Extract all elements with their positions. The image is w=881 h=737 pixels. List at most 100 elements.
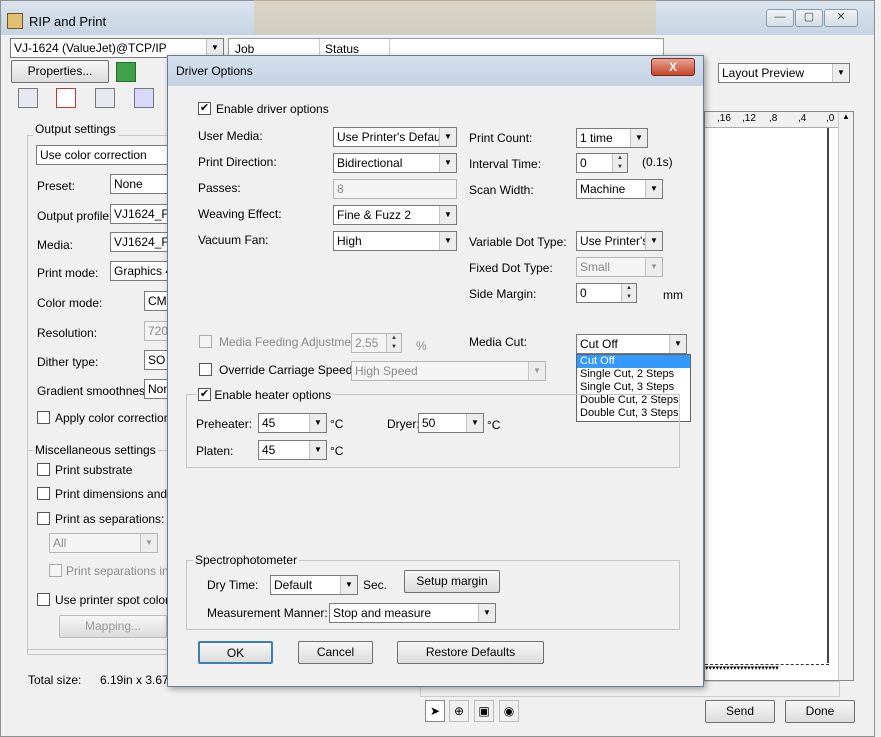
done-button[interactable]: Done [785,700,855,723]
minimize-icon[interactable]: — [766,9,794,27]
vertical-scrollbar[interactable]: ▲ [838,112,853,680]
pointer-tool-icon[interactable]: ➤ [425,700,445,722]
vacuum-fan-select[interactable]: High ▼ [333,231,457,251]
print-substrate-checkbox[interactable] [37,463,50,476]
print-direction-select[interactable]: Bidirectional ▼ [333,153,457,173]
apply-color-correction-checkbox[interactable] [37,411,50,424]
media-feeding-unit: % [416,339,427,353]
media-edge [827,128,829,663]
cancel-button[interactable]: Cancel [298,641,373,664]
enable-driver-options-label: Enable driver options [216,102,329,116]
print-separations-checkbox[interactable] [37,512,50,525]
printer-status-icon[interactable] [116,62,136,82]
layout-preview-area[interactable]: ,16 ,12 ,8 ,4 ,0 ▾▾▾▾▾▾▾▾▾▾▾▾▾▾▾▾▾▾▾▾▾ ▲ [704,111,854,681]
override-carriage-speed-checkbox[interactable] [199,363,212,376]
platen-unit: °C [330,444,344,458]
variable-dot-type-select[interactable]: Use Printer's D ▼ [576,231,663,251]
color-tab-icon[interactable] [95,88,115,108]
fixed-dot-type-label: Fixed Dot Type: [469,261,553,275]
preset-label: Preset: [37,179,76,193]
apply-color-correction-label: Apply color correction in [55,411,184,425]
dryer-label: Dryer: [387,417,420,431]
print-direction-label: Print Direction: [198,155,277,169]
scan-width-select[interactable]: Machine ▼ [576,179,663,199]
print-separations-in-color-checkbox[interactable] [49,564,62,577]
heater-options-header: ✔ Enable heater options [196,387,334,402]
dry-time-label: Dry Time: [207,578,259,592]
print-separations-label: Print as separations: [55,512,165,526]
ok-button[interactable]: OK [198,641,273,664]
separations-select[interactable]: All ▼ [49,533,158,553]
properties-tab-icon[interactable] [18,88,38,108]
dry-time-unit: Sec. [363,578,388,592]
side-margin-spinner[interactable]: 0 ▲ ▼ [576,283,637,303]
print-mode-select[interactable]: Graphics 4 [110,261,170,281]
image-tool-icon[interactable]: ▣ [474,700,494,722]
color-correction-select[interactable]: Use color correction [36,145,176,165]
fixed-dot-type-select[interactable]: Small ▼ [576,257,663,277]
media-feeding-adjustment-label: Media Feeding Adjustment: [219,335,365,349]
media-feeding-adjustment-spinner[interactable]: 2.55 ▲ ▼ [351,333,402,353]
weaving-effect-select[interactable]: Fine & Fuzz 2 ▼ [333,205,457,225]
output-settings-label: Output settings [33,122,118,136]
dialog-close-button[interactable]: X [651,58,695,76]
separation-tab-icon[interactable] [134,88,154,108]
total-size-value: 6.19in x 3.67 [100,673,169,687]
scan-width-label: Scan Width: [469,183,534,197]
output-profile-label: Output profile: [37,209,113,223]
restore-defaults-button[interactable]: Restore Defaults [397,641,544,664]
use-spot-colors-checkbox[interactable] [37,593,50,606]
job-column-header[interactable]: Job [235,42,254,56]
print-dimensions-checkbox[interactable] [37,487,50,500]
side-margin-label: Side Margin: [469,287,537,301]
close-icon[interactable]: ✕ [824,9,858,27]
side-margin-unit: mm [663,288,683,302]
send-button[interactable]: Send [705,700,775,723]
enable-heater-checkbox[interactable]: ✔ [198,388,211,402]
platen-label: Platen: [196,444,234,458]
measurement-manner-select[interactable]: Stop and measure ▼ [329,603,496,623]
preheater-label: Preheater: [196,417,253,431]
output-profile-select[interactable]: VJ1624_FL [110,204,170,224]
mapping-button[interactable]: Mapping... [59,615,167,638]
ruler-tick: ,8 [769,113,778,124]
preset-select[interactable]: None [110,174,170,194]
dryer-select[interactable]: 50 ▼ [418,413,484,433]
carriage-speed-select[interactable]: High Speed ▼ [351,361,546,381]
media-select[interactable]: VJ1624_FL [110,232,170,252]
app-icon [7,13,23,29]
user-media-select[interactable]: Use Printer's Default ▼ [333,127,457,147]
ruler-tick: ,16 [717,113,731,124]
passes-field[interactable]: 8 [333,179,457,199]
ruler-tick: ,12 [742,113,756,124]
print-count-select[interactable]: 1 time ▼ [576,128,648,148]
setup-margin-button[interactable]: Setup margin [404,570,500,593]
ruler: ,16 ,12 ,8 ,4 ,0 [705,112,853,128]
media-cut-option[interactable]: Single Cut, 3 Steps [577,381,690,394]
media-cut-option[interactable]: Cut Off [577,355,690,368]
maximize-icon[interactable]: ▢ [795,9,823,27]
spectrophotometer-label: Spectrophotometer [193,553,300,567]
preheater-select[interactable]: 45 ▼ [258,413,327,433]
status-column-header[interactable]: Status [325,42,359,56]
view-select[interactable]: Layout Preview ▼ [718,63,850,83]
layout-tab-icon[interactable] [56,88,76,108]
dry-time-select[interactable]: Default ▼ [270,575,358,595]
media-cut-option[interactable]: Single Cut, 2 Steps [577,368,690,381]
properties-button[interactable]: Properties... [11,60,109,83]
user-media-label: User Media: [198,129,263,143]
platen-select[interactable]: 45 ▼ [258,440,327,460]
variable-dot-type-label: Variable Dot Type: [469,235,567,249]
interval-time-spinner[interactable]: 0 ▲ ▼ [576,153,628,173]
zoom-fit-icon[interactable]: ◉ [499,700,519,722]
enable-driver-options-checkbox[interactable]: ✔ [198,102,211,115]
ruler-tick: ,4 [798,113,807,124]
use-spot-colors-label: Use printer spot colors [55,593,176,607]
interval-unit: (0.1s) [642,155,673,169]
media-cut-select[interactable]: Cut Off ▼ [576,334,687,354]
interval-time-label: Interval Time: [469,157,542,171]
resolution-label: Resolution: [37,326,98,340]
window-title: RIP and Print [29,14,107,29]
zoom-in-icon[interactable]: ⊕ [449,700,469,722]
media-feeding-adjustment-checkbox[interactable] [199,335,212,348]
